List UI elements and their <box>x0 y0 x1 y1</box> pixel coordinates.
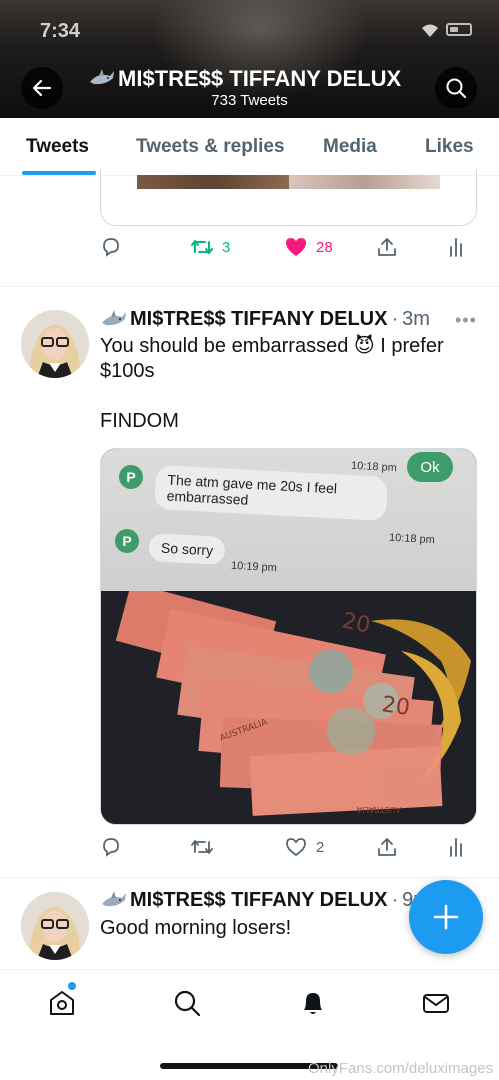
reply-icon <box>103 838 119 857</box>
chat-bubble: The atm gave me 20s I feel embarrassed <box>154 464 388 522</box>
watermark: OnlyFans.com/deluximages <box>308 1060 494 1077</box>
analytics-button[interactable] <box>448 236 464 258</box>
tweet-separator: · <box>391 889 399 911</box>
like-button[interactable]: 2 <box>284 836 324 858</box>
tweet-count: 733 Tweets <box>211 92 288 109</box>
chat-time: 10:19 pm <box>230 559 278 575</box>
like-button[interactable]: 28 <box>284 236 333 258</box>
tweet-text-line: You should be embarrassed 😈 I prefer <box>100 335 444 357</box>
banknotes-illustration: AUSTRALIA 20 20 AUSTRALIA <box>101 582 476 824</box>
shark-emoji-icon <box>102 309 126 325</box>
retweet-icon <box>191 840 213 854</box>
wifi-icon <box>422 24 438 37</box>
plus-icon <box>433 904 459 930</box>
profile-name: MI$TRE$$ TIFFANY DELUX <box>118 66 402 91</box>
notification-dot <box>68 982 76 990</box>
reply-button[interactable] <box>100 236 122 258</box>
tweet-timestamp[interactable]: 3m <box>402 308 430 331</box>
search-icon[interactable] <box>172 988 202 1018</box>
avatar[interactable] <box>21 892 89 960</box>
analytics-button[interactable] <box>448 836 464 858</box>
heart-icon <box>286 838 306 857</box>
search-icon <box>446 78 466 98</box>
retweet-button[interactable] <box>190 836 214 858</box>
shark-emoji-icon <box>102 890 126 906</box>
prev-tweet-media-card[interactable] <box>100 170 477 226</box>
more-options-button[interactable]: ••• <box>455 310 477 331</box>
like-count: 2 <box>316 838 325 856</box>
profile-photo <box>21 310 89 378</box>
profile-tabs: Tweets Tweets & replies Media Likes <box>0 118 499 176</box>
reply-button[interactable] <box>100 836 122 858</box>
retweet-button[interactable]: 3 <box>190 236 230 258</box>
author-name[interactable]: MI$TRE$$ TIFFANY DELUX <box>100 889 387 912</box>
heart-filled-icon <box>286 238 306 256</box>
prev-tweet-actions: 3 28 <box>100 236 470 262</box>
chat-time: 10:18 pm <box>388 531 436 547</box>
home-icon[interactable] <box>47 988 77 1018</box>
tweet-header: MI$TRE$$ TIFFANY DELUX · 9m <box>100 889 430 912</box>
share-icon <box>378 838 396 856</box>
chat-avatar: P <box>119 465 143 489</box>
analytics-icon <box>450 238 462 257</box>
tab-tweets[interactable]: Tweets <box>26 136 89 158</box>
author-name[interactable]: MI$TRE$$ TIFFANY DELUX <box>100 308 387 331</box>
compose-tweet-button[interactable] <box>409 880 483 954</box>
chat-time: 10:18 pm <box>350 459 398 475</box>
tweet-text-line: $100s <box>100 360 155 382</box>
battery-icon <box>446 23 472 36</box>
chat-bubble-ok: Ok <box>407 452 453 482</box>
chat-avatar: P <box>115 529 139 553</box>
tweet-media-image[interactable]: 10:18 pm Ok P The atm gave me 20s I feel… <box>100 448 477 825</box>
tweet-text: You should be embarrassed 😈 I prefer $10… <box>100 334 470 434</box>
profile-header: 7:34 MI$TRE$$ TIFFANY DELUX 733 Tweets <box>0 0 499 118</box>
profile-photo <box>21 892 89 960</box>
avatar[interactable] <box>21 310 89 378</box>
status-time: 7:34 <box>40 20 81 42</box>
tweet-separator: · <box>391 308 399 330</box>
banknote-text: AUSTRALIA <box>356 805 401 814</box>
reply-icon <box>103 238 119 257</box>
retweet-icon <box>191 240 213 254</box>
banknotes-photo: AUSTRALIA 20 20 AUSTRALIA <box>101 582 476 824</box>
tweet-header: MI$TRE$$ TIFFANY DELUX · 3m <box>100 308 430 331</box>
retweet-count: 3 <box>222 238 231 256</box>
like-count: 28 <box>316 238 333 256</box>
tab-likes[interactable]: Likes <box>425 136 474 158</box>
search-button[interactable] <box>435 67 477 109</box>
messages-icon[interactable] <box>421 988 451 1018</box>
tweet-divider <box>0 877 499 878</box>
active-tab-indicator <box>22 171 96 175</box>
tweet-actions: 2 <box>100 836 470 862</box>
banknote-value: 20 <box>380 692 411 721</box>
share-button[interactable] <box>376 236 398 258</box>
more-icon: ••• <box>455 310 477 330</box>
share-button[interactable] <box>376 836 398 858</box>
shark-emoji-icon <box>90 69 114 85</box>
tab-media[interactable]: Media <box>323 136 377 158</box>
share-icon <box>378 238 396 256</box>
chat-bubble: So sorry <box>148 533 226 565</box>
notifications-bell-icon[interactable] <box>298 988 328 1018</box>
tweet-text-line: FINDOM <box>100 410 179 432</box>
tab-tweets-replies[interactable]: Tweets & replies <box>136 136 285 158</box>
analytics-icon <box>450 838 462 857</box>
tweet-divider <box>0 286 499 287</box>
chat-screenshot: 10:18 pm Ok P The atm gave me 20s I feel… <box>101 449 476 591</box>
profile-title: MI$TRE$$ TIFFANY DELUX <box>88 66 401 92</box>
